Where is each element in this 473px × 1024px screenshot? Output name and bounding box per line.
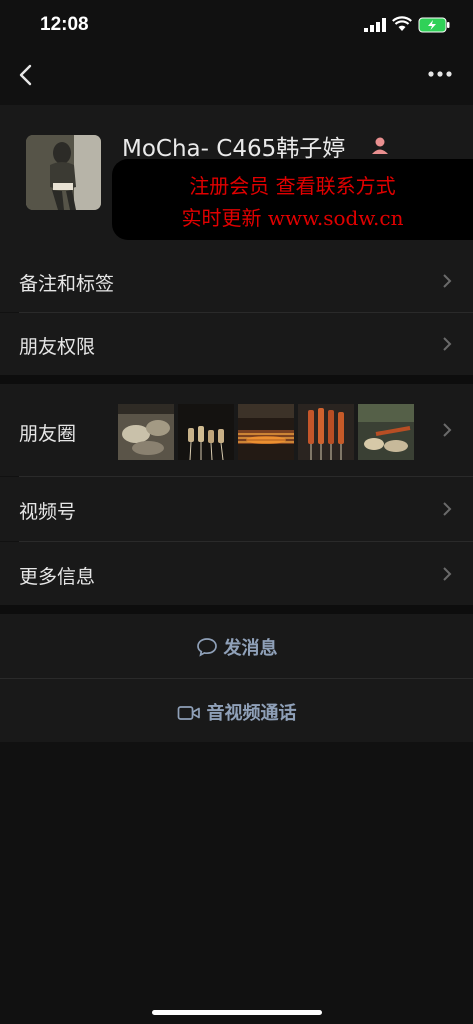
profile-name: MoCha- C465韩子婷 xyxy=(122,136,346,162)
video-call-label: 音视频通话 xyxy=(206,703,297,724)
chevron-right-icon xyxy=(443,274,452,288)
moments-thumb xyxy=(178,404,234,460)
profile-header: MoCha- C465韩子婷 注册会员 查看联系方式 实时更新 www.sodw… xyxy=(0,105,473,250)
moments-row[interactable]: 朋友圈 xyxy=(0,384,473,476)
video-call-content: 音视频通话 xyxy=(0,699,473,725)
remark-tags-row[interactable]: 备注和标签 xyxy=(0,250,473,312)
moments-thumb xyxy=(118,404,174,460)
moments-thumb xyxy=(358,404,414,460)
send-message-content: 发消息 xyxy=(0,634,473,660)
signal-icon xyxy=(364,18,386,32)
ad-line-2: 实时更新 www.sodw.cn xyxy=(181,206,404,230)
remark-tags-label: 备注和标签 xyxy=(19,273,115,295)
wifi-icon xyxy=(392,16,412,31)
send-message-button[interactable]: 发消息 xyxy=(0,614,473,678)
top-nav xyxy=(0,50,473,105)
chevron-right-icon xyxy=(443,567,452,581)
chevron-right-icon xyxy=(443,337,452,351)
battery-icon xyxy=(418,17,450,33)
moments-thumb xyxy=(298,404,354,460)
ad-line-1: 注册会员 查看联系方式 xyxy=(189,174,396,198)
back-chevron-icon[interactable] xyxy=(12,58,40,92)
home-indicator[interactable] xyxy=(152,1010,322,1015)
video-call-button[interactable]: 音视频通话 xyxy=(0,679,473,742)
section-gap xyxy=(0,375,473,384)
chevron-right-icon xyxy=(443,423,452,437)
status-bar: 12:08 xyxy=(0,0,473,50)
chat-bubble-icon xyxy=(196,638,217,657)
more-info-label: 更多信息 xyxy=(19,566,96,588)
status-time: 12:08 xyxy=(40,14,89,35)
more-options-icon[interactable] xyxy=(425,64,455,84)
avatar-photo xyxy=(26,135,101,210)
avatar[interactable] xyxy=(26,135,101,210)
video-camera-icon xyxy=(177,706,200,720)
more-info-row[interactable]: 更多信息 xyxy=(0,542,473,605)
section-gap xyxy=(0,605,473,614)
friend-permissions-row[interactable]: 朋友权限 xyxy=(0,313,473,375)
moments-label: 朋友圈 xyxy=(19,423,77,445)
channels-row[interactable]: 视频号 xyxy=(0,477,473,541)
channels-label: 视频号 xyxy=(19,501,77,523)
friend-permissions-label: 朋友权限 xyxy=(19,336,96,358)
send-message-label: 发消息 xyxy=(223,638,278,659)
moments-thumb xyxy=(238,404,294,460)
ad-banner[interactable]: 注册会员 查看联系方式 实时更新 www.sodw.cn xyxy=(112,159,473,240)
chevron-right-icon xyxy=(443,502,452,516)
female-icon xyxy=(372,137,388,154)
